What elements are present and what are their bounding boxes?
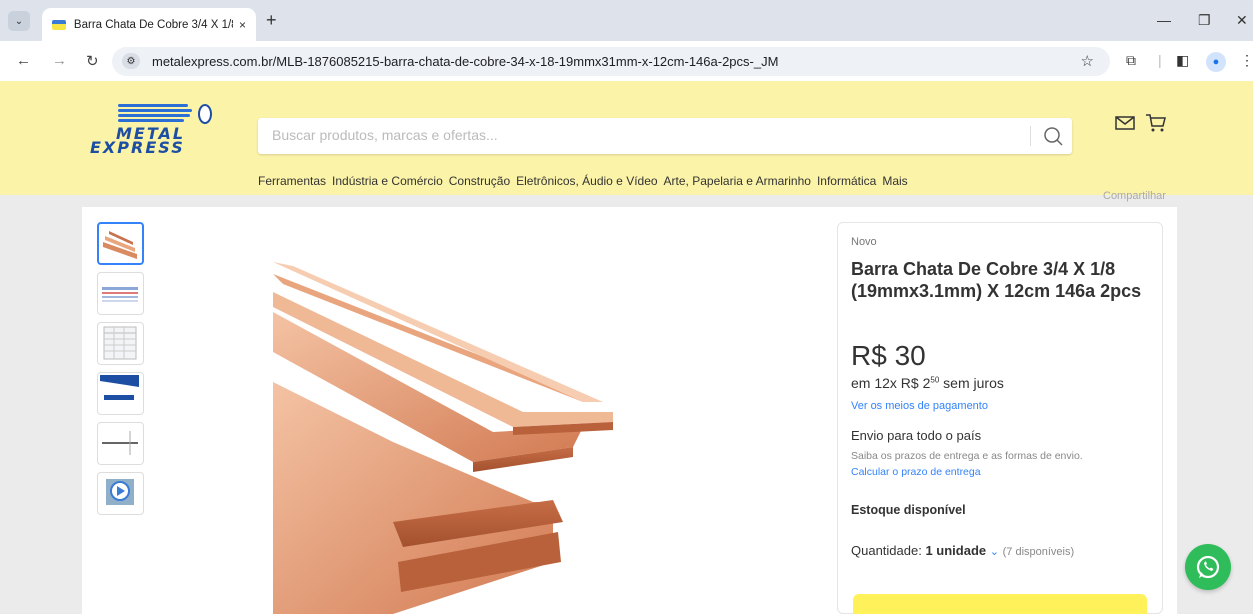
address-bar-row: ← → ↻ ⚙ metalexpress.com.br/MLB-18760852… (0, 41, 1253, 81)
tab-search-chevron-icon[interactable]: ⌄ (8, 11, 30, 31)
back-icon[interactable]: ← (16, 52, 31, 69)
toolbar-divider: | (1158, 52, 1162, 68)
new-tab-button[interactable]: + (266, 10, 277, 31)
thumbnail-banner[interactable] (97, 372, 144, 415)
logo-text-express: EXPRESS (90, 138, 185, 157)
site-info-icon[interactable]: ⚙ (122, 53, 140, 69)
thumbnail-copper-bars[interactable] (97, 222, 144, 265)
restore-icon[interactable]: ❐ (1198, 12, 1211, 29)
product-condition: Novo (851, 236, 877, 248)
thumbnail-video[interactable] (97, 472, 144, 515)
quantity-selector[interactable]: Quantidade: 1 unidade ⌄ (7 disponíveis) (851, 543, 1074, 558)
browser-tab-bar: ⌄ Barra Chata De Cobre 3/4 X 1/8 × + — ❐… (0, 0, 1253, 41)
category-mais[interactable]: Mais (882, 174, 907, 188)
tab-close-icon[interactable]: × (239, 18, 246, 32)
search-box (258, 118, 1072, 154)
cart-icon[interactable] (1144, 112, 1168, 134)
search-input[interactable] (272, 127, 1022, 143)
extensions-icon[interactable]: ⧉ (1126, 52, 1136, 69)
whatsapp-icon (1196, 555, 1220, 579)
url-text[interactable]: metalexpress.com.br/MLB-1876085215-barra… (152, 54, 778, 69)
category-ferramentas[interactable]: Ferramentas (258, 174, 326, 188)
category-eletronicos[interactable]: Eletrônicos, Áudio e Vídeo (516, 174, 657, 188)
quantity-value[interactable]: 1 unidade (925, 543, 986, 558)
browser-tab[interactable]: Barra Chata De Cobre 3/4 X 1/8 × (42, 8, 256, 41)
tab-favicon-icon (52, 19, 66, 30)
forward-icon[interactable]: → (52, 52, 67, 69)
thumbnail-diagram[interactable] (97, 422, 144, 465)
quantity-label: Quantidade: (851, 543, 926, 558)
quantity-available: (7 disponíveis) (1002, 546, 1075, 558)
product-image[interactable] (273, 262, 669, 614)
category-informatica[interactable]: Informática (817, 174, 876, 188)
logo-lines (118, 104, 196, 124)
mail-icon[interactable] (1114, 114, 1136, 132)
minimize-icon[interactable]: — (1157, 12, 1171, 28)
stock-status: Estoque disponível (851, 503, 966, 517)
product-price: R$ 30 (851, 340, 926, 371)
shipping-subtitle: Saiba os prazos de entrega e as formas d… (851, 450, 1083, 462)
logo-cylinder (198, 104, 212, 124)
search-divider (1030, 126, 1031, 146)
profile-avatar-icon[interactable]: ● (1206, 52, 1226, 72)
thumbnail-spec-table[interactable] (97, 272, 144, 315)
category-nav: Ferramentas Indústria e Comércio Constru… (258, 174, 908, 188)
site-logo[interactable]: METAL EXPRESS (88, 104, 218, 157)
thumbnail-size-chart[interactable] (97, 322, 144, 365)
category-construcao[interactable]: Construção (449, 174, 510, 188)
payment-methods-link[interactable]: Ver os meios de pagamento (851, 400, 988, 412)
share-link[interactable]: Compartilhar (1103, 190, 1166, 202)
chevron-down-icon[interactable]: ⌄ (990, 546, 999, 558)
reload-icon[interactable]: ↻ (86, 52, 99, 70)
browser-menu-icon[interactable]: ⋮ (1240, 52, 1253, 69)
close-window-icon[interactable]: ✕ (1236, 12, 1248, 29)
omnibox[interactable]: ⚙ metalexpress.com.br/MLB-1876085215-bar… (112, 47, 1110, 76)
tab-title: Barra Chata De Cobre 3/4 X 1/8 (73, 18, 233, 31)
search-icon[interactable] (1042, 125, 1064, 147)
buy-now-button[interactable] (853, 594, 1147, 614)
installments-prefix: em 12x R$ 2 (851, 375, 931, 391)
calculate-shipping-link[interactable]: Calcular o prazo de entrega (851, 466, 981, 478)
category-industria[interactable]: Indústria e Comércio (332, 174, 443, 188)
installments-text: em 12x R$ 250 sem juros (851, 375, 1004, 391)
installments-cents: 50 (930, 375, 940, 385)
installments-suffix: sem juros (939, 375, 1004, 391)
product-title: Barra Chata De Cobre 3/4 X 1/8 (19mmx3.1… (851, 259, 1142, 301)
bookmark-star-icon[interactable]: ☆ (1081, 52, 1094, 70)
side-panel-icon[interactable]: ◧ (1176, 52, 1189, 69)
whatsapp-button[interactable] (1185, 544, 1231, 590)
category-arte[interactable]: Arte, Papelaria e Armarinho (664, 174, 811, 188)
shipping-title: Envio para todo o país (851, 428, 982, 443)
